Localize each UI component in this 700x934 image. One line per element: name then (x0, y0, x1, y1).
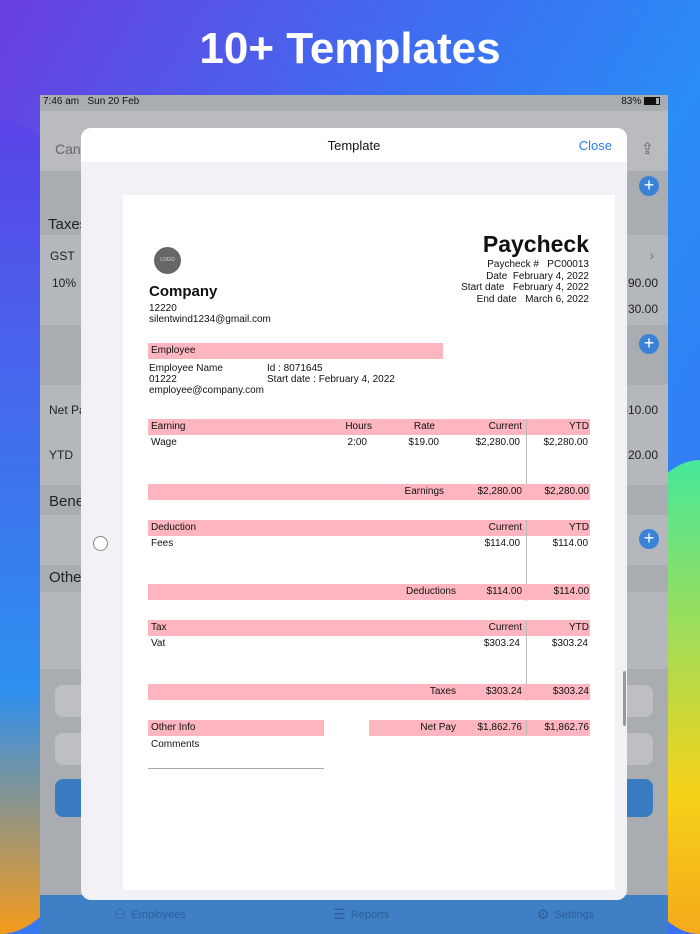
tab-label: Settings (554, 908, 595, 921)
template-modal: Template Close LOGO Company 12220 silent… (81, 128, 627, 900)
tab-settings[interactable]: ⚙ Settings (537, 906, 594, 923)
add-icon[interactable]: + (639, 334, 659, 354)
earning-header: Earning (151, 421, 186, 432)
total-label: Taxes (429, 686, 456, 697)
status-bar: 7:46 am Sun 20 Feb 83% (40, 95, 668, 111)
meta-value: PC00013 (547, 259, 589, 270)
current-value: $303.24 (483, 638, 520, 649)
column-header: Current (488, 421, 522, 432)
total-ytd: $114.00 (553, 586, 589, 597)
document-title: Paycheck (482, 231, 589, 257)
battery-icon (644, 97, 660, 106)
tab-reports[interactable]: ☰ Reports (333, 906, 389, 923)
employee-email: employee@company.com (149, 385, 265, 396)
comments-text: Comments (151, 739, 200, 750)
column-header: Rate (413, 421, 435, 432)
add-icon[interactable]: + (639, 529, 659, 549)
person-icon: ⚇ (113, 906, 127, 922)
section-benefits: Bene (49, 493, 85, 510)
net-pay-current: $1,862.76 (477, 722, 523, 733)
total-label: Earnings (404, 486, 444, 497)
amount-text: 90.00 (627, 276, 658, 290)
column-header: Hours (345, 421, 372, 432)
ytd-value: $303.24 (551, 638, 588, 649)
ytd-value: $2,280.00 (543, 437, 589, 448)
paycheck-meta: Paycheck # PC00013 Date February 4, 2022… (461, 259, 589, 305)
ytd-value: $114.00 (552, 538, 588, 549)
template-radio[interactable] (93, 536, 108, 551)
tax-header: Tax (151, 622, 167, 633)
column-header: Current (488, 522, 522, 533)
battery-percent: 83% (621, 96, 642, 107)
gst-label[interactable]: GST (50, 249, 75, 263)
ytd-label: YTD (49, 448, 73, 462)
scrollbar[interactable] (623, 671, 626, 726)
close-button[interactable]: Close (579, 138, 612, 153)
net-pay-label: Net Pay (420, 722, 456, 733)
employee-name: Employee Name (149, 363, 223, 374)
employee-start-date: Start date : February 4, 2022 (267, 374, 395, 385)
list-icon: ☰ (333, 906, 346, 922)
company-address: 12220 (149, 303, 177, 314)
tab-bar: ⚇ Employees ☰ Reports ⚙ Settings (40, 895, 668, 934)
tax-item: Vat (151, 638, 166, 649)
meta-value: February 4, 2022 (512, 282, 589, 293)
tab-employees[interactable]: ⚇ Employees (114, 906, 186, 923)
other-info-header: Other Info (151, 722, 196, 733)
earning-item: Wage (151, 437, 177, 448)
current-value: $114.00 (484, 538, 520, 549)
total-label: Deductions (405, 586, 456, 597)
ytd-value: 20.00 (627, 448, 658, 462)
section-other: Othe (49, 569, 82, 586)
hero-title: 10+ Templates (199, 24, 501, 73)
amount-text: 30.00 (627, 302, 658, 316)
column-header: YTD (569, 522, 589, 533)
employee-code: 01222 (149, 374, 177, 385)
modal-title: Template (327, 138, 381, 153)
add-icon[interactable]: + (639, 176, 659, 196)
total-current: $303.24 (485, 686, 522, 697)
tab-label: Employees (131, 908, 186, 921)
share-icon[interactable]: ⇪ (641, 139, 654, 159)
deduction-item: Fees (151, 538, 174, 549)
rate-value: $19.00 (408, 437, 439, 448)
deduction-header: Deduction (151, 522, 197, 533)
company-name: Company (149, 283, 218, 300)
meta-label: Start date (461, 282, 505, 293)
gear-icon: ⚙ (536, 906, 550, 922)
column-header: YTD (569, 421, 589, 432)
total-current: $114.00 (486, 586, 522, 597)
divider (148, 768, 324, 769)
paycheck-preview: LOGO Company 12220 silentwind1234@gmail.… (123, 195, 615, 890)
status-time: 7:46 am (43, 96, 80, 107)
logo: LOGO (154, 247, 181, 274)
tab-label: Reports (350, 908, 390, 921)
employee-header: Employee (151, 345, 196, 356)
meta-value: March 6, 2022 (525, 293, 589, 305)
column-header: YTD (569, 622, 589, 633)
chevron-right-icon: › (649, 247, 654, 263)
modal-header: Template Close (81, 128, 627, 162)
total-ytd: $2,280.00 (544, 486, 590, 497)
company-email: silentwind1234@gmail.com (149, 314, 271, 325)
total-current: $2,280.00 (477, 486, 523, 497)
net-pay-ytd: $1,862.76 (544, 722, 590, 733)
status-date: Sun 20 Feb (87, 96, 140, 107)
meta-value: February 4, 2022 (512, 270, 589, 282)
hours-value: 2:00 (347, 437, 367, 448)
employee-id: Id : 8071645 (267, 363, 323, 374)
current-value: $2,280.00 (475, 437, 521, 448)
meta-label: Date (486, 270, 508, 282)
meta-label: End date (476, 293, 517, 305)
meta-label: Paycheck # (487, 259, 539, 270)
rate-text: 10% (52, 276, 77, 290)
column-header: Current (488, 622, 522, 633)
total-ytd: $303.24 (552, 686, 589, 697)
